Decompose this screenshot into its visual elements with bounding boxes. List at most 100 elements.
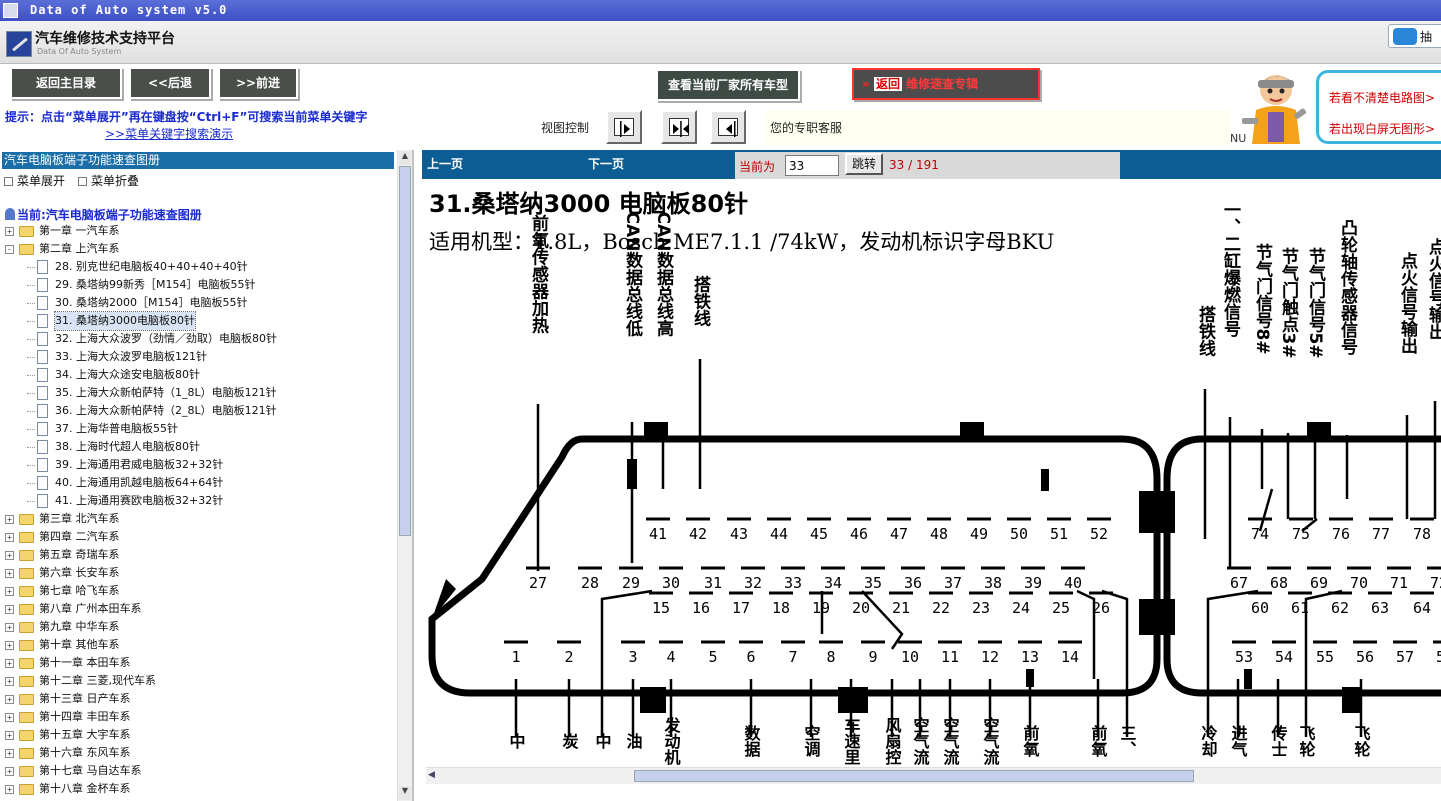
title-bar: Data of Auto system v5.0 [0,0,1441,21]
tree-item[interactable]: 38. 上海时代超人电脑板80针 [0,438,395,456]
expand-node-icon[interactable]: + [5,551,14,560]
tree-folder[interactable]: + 第三章 北汽车系 [0,510,395,528]
current-page-label: 当前为 [739,160,776,174]
signal-label-top: 前氧传感器加热 [528,213,550,334]
scroll-up-icon[interactable]: ▲ [399,151,411,165]
expand-node-icon[interactable]: + [5,731,14,740]
app-header: 汽车维修技术支持平台 Data Of Auto System 抽 [0,21,1441,64]
back-button[interactable]: <<后退 [129,67,211,99]
prev-page-link[interactable]: 上一页 [427,155,463,172]
fit-left-button[interactable] [710,110,746,144]
tree-item[interactable]: 36. 上海大众新帕萨特（2_8L）电脑板121针 [0,402,395,420]
all-models-button[interactable]: 查看当前厂家所有车型 [656,69,800,101]
tree-item[interactable]: 32. 上海大众波罗（劲情／劲取）电脑板80针 [0,330,395,348]
document-icon [37,296,48,310]
expand-node-icon[interactable]: + [5,587,14,596]
tree-folder[interactable]: + 第十七章 马自达车系 [0,762,395,780]
pin-row2-number: 32 [744,574,762,592]
tree-folder[interactable]: + 第一章 一汽车系 [0,222,395,240]
tree-folder[interactable]: + 第十一章 本田车系 [0,654,395,672]
expand-node-icon[interactable]: + [5,605,14,614]
tree-item[interactable]: 30. 桑塔纳2000［M154］电脑板55针 [0,294,395,312]
pin-row3-number: 64 [1413,599,1431,617]
next-page-link[interactable]: 下一页 [588,155,624,172]
blank-screen-link[interactable]: 若出现白屏无图形> [1329,120,1435,137]
expand-node-icon[interactable]: + [5,641,14,650]
scroll-left-icon[interactable]: ◀ [428,770,435,780]
tree-item[interactable]: 37. 上海华普电脑板55针 [0,420,395,438]
search-demo-link[interactable]: >>菜单关键字搜索演示 [105,125,233,142]
connector-latch-lower [1139,599,1175,635]
tree-folder[interactable]: - 第二章 上汽车系 [0,240,395,258]
fit-page-button[interactable] [661,110,697,144]
collapse-icon [78,177,87,186]
expand-node-icon[interactable]: + [5,695,14,704]
service-text[interactable]: 您的专职客服 [770,119,842,136]
tree-item[interactable]: 33. 上海大众波罗电脑板121针 [0,348,395,366]
expand-node-icon[interactable]: + [5,569,14,578]
tree-item[interactable]: 35. 上海大众新帕萨特（1_8L）电脑板121针 [0,384,395,402]
collapse-node-icon[interactable]: - [5,245,14,254]
scrollbar-thumb[interactable] [399,166,411,536]
tree-item[interactable]: 34. 上海大众途安电脑板80针 [0,366,395,384]
pin-row1-number: 51 [1050,525,1068,543]
tree-folder[interactable]: + 第十八章 金杯车系 [0,780,395,798]
expand-node-icon[interactable]: + [5,623,14,632]
tree-item[interactable]: 41. 上海通用赛欧电脑板32+32针 [0,492,395,510]
expand-node-icon[interactable]: + [5,749,14,758]
expand-node-icon[interactable]: + [5,515,14,524]
back-main-button[interactable]: 返回主目录 [10,67,122,99]
horizontal-scrollbar[interactable]: ◀ [426,767,1441,784]
expand-node-icon[interactable]: + [5,227,14,236]
tree-item[interactable]: 29. 桑塔纳99新秀［M154］电脑板55针 [0,276,395,294]
expand-node-icon[interactable]: + [5,677,14,686]
service-bar: 您的专职客服 [766,110,1230,146]
diagram-viewer[interactable]: 31.桑塔纳3000 电脑板80针 适用机型：1.8L，Bosch ME7.1.… [422,179,1441,766]
tree-folder[interactable]: + 第四章 二汽车系 [0,528,395,546]
pin-row2-number: 36 [904,574,922,592]
tree-folder[interactable]: + 第七章 哈飞车系 [0,582,395,600]
tree-folder[interactable]: + 第六章 长安车系 [0,564,395,582]
tree-folder[interactable]: + 第十二章 三菱,现代车系 [0,672,395,690]
tree-folder[interactable]: + 第十六章 东风车系 [0,744,395,762]
tree-folder[interactable]: + 第十五章 大宇车系 [0,726,395,744]
expand-node-icon[interactable]: + [5,713,14,722]
tree-folder[interactable]: + 第十三章 日产车系 [0,690,395,708]
forward-button[interactable]: >>前进 [218,67,298,99]
fit-width-button[interactable] [606,110,642,144]
tree-item[interactable]: 39. 上海通用君威电脑板32+32针 [0,456,395,474]
tree-item[interactable]: 31. 桑塔纳3000电脑板80针 [0,311,395,331]
jump-button[interactable]: 跳转 [845,153,883,175]
repair-album-button[interactable]: » 返回 维修速查专辑 [852,68,1040,100]
pin-row3-number: 23 [972,599,990,617]
expand-menu-button[interactable]: 菜单展开 [4,172,65,189]
connector-tab-2 [960,422,984,442]
sidebar-scrollbar[interactable]: ▲ ▼ [397,150,412,801]
folder-icon [19,694,34,705]
page-number-input[interactable] [785,155,839,176]
tree-item[interactable]: 40. 上海通用凯越电脑板64+64针 [0,474,395,492]
expand-node-icon[interactable]: + [5,767,14,776]
help-banner[interactable]: 若看不清楚电路图> 若出现白屏无图形> [1230,66,1441,150]
collapse-menu-button[interactable]: 菜单折叠 [78,172,139,189]
tree-folder[interactable]: + 第十四章 丰田车系 [0,708,395,726]
tree-folder[interactable]: + 第十章 其他车系 [0,636,395,654]
hscroll-thumb[interactable] [634,770,1194,782]
expand-node-icon[interactable]: + [5,533,14,542]
expand-node-icon[interactable]: + [5,659,14,668]
header-capture-button[interactable]: 抽 [1388,24,1441,48]
pin-row1-number: 77 [1372,525,1390,543]
pin-row4-number: 2 [564,648,573,666]
tree-item[interactable]: 28. 别克世纪电脑板40+40+40+40针 [0,258,395,276]
expand-node-icon[interactable]: + [5,785,14,794]
tree-folder[interactable]: + 第五章 奇瑞车系 [0,546,395,564]
tree-folder[interactable]: + 第九章 中华车系 [0,618,395,636]
unclear-diagram-link[interactable]: 若看不清楚电路图> [1329,89,1435,106]
pin-row4-number: 55 [1316,648,1334,666]
scroll-down-icon[interactable]: ▼ [399,786,411,800]
tree-folder[interactable]: + 第八章 广州本田车系 [0,600,395,618]
pin-row3-number: 62 [1331,599,1349,617]
tree-item-label: 29. 桑塔纳99新秀［M154］电脑板55针 [55,278,256,291]
search-hint: 提示：点击“菜单展开”再在键盘按“Ctrl+F”可搜索当前菜单关键字 [5,110,368,124]
pin-row2-number: 33 [784,574,802,592]
